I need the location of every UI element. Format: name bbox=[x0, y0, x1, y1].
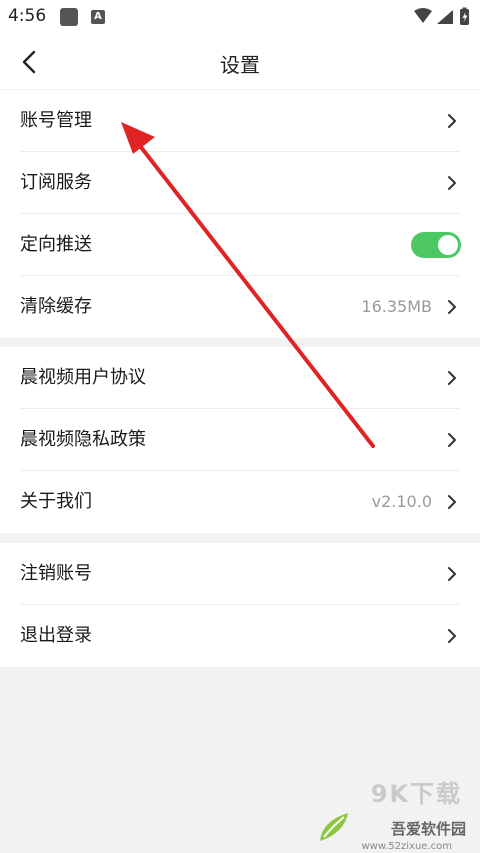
settings-item-label: 关于我们 bbox=[20, 491, 92, 512]
settings-item-label: 晨视频隐私政策 bbox=[20, 429, 146, 450]
notification-badge-icon: A bbox=[91, 10, 105, 24]
settings-item-label: 订阅服务 bbox=[20, 172, 92, 193]
watermark-overlay-text: 9K下载 bbox=[370, 780, 462, 808]
notification-app-icon bbox=[60, 8, 78, 26]
push-toggle-switch[interactable] bbox=[411, 232, 461, 258]
settings-item-label: 清除缓存 bbox=[20, 296, 92, 317]
signal-icon bbox=[437, 10, 453, 24]
page-title: 设置 bbox=[220, 53, 260, 77]
header-bar: 设置 bbox=[0, 34, 480, 89]
chevron-right-icon bbox=[448, 567, 456, 581]
settings-group-about: 晨视频用户协议 晨视频隐私政策 关于我们 v2.10.0 bbox=[0, 347, 480, 533]
watermark-brand: 吾爱软件园 bbox=[390, 820, 466, 838]
chevron-right-icon bbox=[448, 176, 456, 190]
settings-group-account: 账号管理 订阅服务 定向推送 清除缓存 16.35MB bbox=[0, 90, 480, 338]
settings-item-privacy-policy[interactable]: 晨视频隐私政策 bbox=[0, 409, 480, 471]
settings-item-about-us[interactable]: 关于我们 v2.10.0 bbox=[0, 471, 480, 533]
settings-item-logout[interactable]: 退出登录 bbox=[0, 605, 480, 667]
settings-item-label: 晨视频用户协议 bbox=[20, 367, 146, 388]
settings-item-targeted-push: 定向推送 bbox=[0, 214, 480, 276]
settings-item-clear-cache[interactable]: 清除缓存 16.35MB bbox=[0, 276, 480, 338]
chevron-right-icon bbox=[448, 300, 456, 314]
settings-item-subscription[interactable]: 订阅服务 bbox=[0, 152, 480, 214]
settings-group-session: 注销账号 退出登录 bbox=[0, 543, 480, 667]
settings-item-label: 退出登录 bbox=[20, 625, 92, 646]
watermark-url: www.52zixue.com bbox=[361, 841, 453, 852]
settings-item-account-management[interactable]: 账号管理 bbox=[0, 90, 480, 152]
chevron-right-icon bbox=[448, 371, 456, 385]
toggle-knob bbox=[438, 235, 458, 255]
chevron-right-icon bbox=[448, 495, 456, 509]
settings-item-label: 注销账号 bbox=[20, 563, 92, 584]
cache-size-value: 16.35MB bbox=[361, 297, 432, 316]
settings-item-label: 账号管理 bbox=[20, 110, 92, 131]
watermark: 9K下载 吾爱软件园 www.52zixue.com bbox=[294, 773, 474, 853]
chevron-right-icon bbox=[448, 433, 456, 447]
status-indicators bbox=[414, 7, 469, 25]
watermark-logo-icon bbox=[320, 813, 348, 841]
chevron-right-icon bbox=[448, 629, 456, 643]
app-version-value: v2.10.0 bbox=[371, 492, 432, 511]
status-time: 4:56 bbox=[8, 6, 47, 26]
battery-icon bbox=[460, 7, 469, 25]
wifi-icon bbox=[414, 8, 432, 23]
status-bar: 4:56 A bbox=[0, 0, 480, 34]
chevron-right-icon bbox=[448, 114, 456, 128]
settings-item-user-agreement[interactable]: 晨视频用户协议 bbox=[0, 347, 480, 409]
settings-item-delete-account[interactable]: 注销账号 bbox=[0, 543, 480, 605]
settings-item-label: 定向推送 bbox=[20, 234, 92, 255]
